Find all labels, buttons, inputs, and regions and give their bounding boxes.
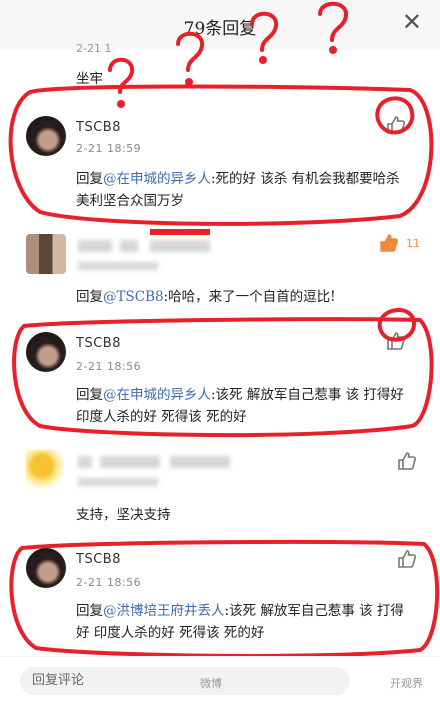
reply-footer: 回复评论 微博 开观界: [0, 656, 440, 703]
red-annotation-overlay: [8, 1, 440, 658]
blurred-name: [100, 456, 160, 468]
blurred-name: [150, 240, 210, 252]
comment-author[interactable]: TSCB8: [76, 120, 121, 135]
question-mark-3-dot: [259, 56, 267, 64]
avatar[interactable]: [26, 332, 66, 372]
mention-link[interactable]: @在申城的异乡人: [103, 387, 211, 403]
watermark-right: 开观界: [390, 677, 423, 690]
avatar[interactable]: [26, 450, 66, 490]
comment-text: 回复@TSCB8:哈哈，来了一个自首的逗比!: [76, 286, 416, 308]
question-mark-1-dot: [117, 100, 125, 108]
comment-body: :哈哈，来了一个自首的逗比!: [163, 289, 336, 305]
comment-author[interactable]: TSCB8: [76, 552, 121, 567]
comment-text: 坐牢: [76, 71, 103, 87]
comment-text: 支持，坚决支持: [76, 507, 171, 523]
comment-time: 2-21 18:59: [76, 142, 142, 155]
reply-count-title: 79条回复: [183, 19, 257, 39]
comment-text: 回复@在申城的异乡人:死的好 该杀 有机会我都要哈杀 美利坚合众国万岁: [76, 168, 416, 212]
dialog-header: 79条回复 ✕: [0, 0, 440, 50]
top-comment-time: 2-21 1: [76, 42, 112, 55]
watermark-left: 微博: [200, 677, 222, 690]
blurred-name: [78, 240, 112, 252]
comment-time: 2-21 18:56: [76, 576, 142, 589]
avatar[interactable]: [26, 116, 66, 156]
comment-text: 回复@洪博培王府井丢人:该死 解放军自己惹事 该 打得好 印度人杀的好 死得该 …: [76, 600, 416, 644]
blurred-name: [78, 456, 92, 468]
close-icon[interactable]: ✕: [402, 10, 422, 34]
like-icon[interactable]: [396, 548, 418, 570]
comment-time: 2-21 18:56: [76, 360, 142, 373]
like-count: 11: [406, 237, 420, 250]
mention-link[interactable]: @在申城的异乡人: [103, 171, 211, 187]
comment-author[interactable]: TSCB8: [76, 336, 121, 351]
like-icon[interactable]: [396, 450, 418, 472]
reply-prefix: 回复: [76, 387, 103, 403]
avatar[interactable]: [26, 234, 66, 274]
reply-input[interactable]: 回复评论: [20, 667, 350, 695]
reply-prefix: 回复: [76, 289, 103, 305]
blurred-time: [78, 262, 158, 270]
avatar[interactable]: [26, 548, 66, 588]
reply-prefix: 回复: [76, 603, 103, 619]
comment-text: 回复@在申城的异乡人:该死 解放军自己惹事 该 打得好 印度人杀的好 死得该 死…: [76, 384, 416, 428]
mention-link[interactable]: @TSCB8: [103, 289, 164, 305]
like-icon[interactable]: [385, 330, 407, 352]
mention-link[interactable]: @洪博培王府井丢人: [103, 603, 225, 619]
like-icon[interactable]: [385, 114, 407, 136]
like-icon[interactable]: [378, 232, 400, 254]
reply-prefix: 回复: [76, 171, 103, 187]
blurred-name: [120, 240, 138, 252]
blurred-name: [170, 456, 230, 468]
blurred-time: [78, 478, 158, 486]
